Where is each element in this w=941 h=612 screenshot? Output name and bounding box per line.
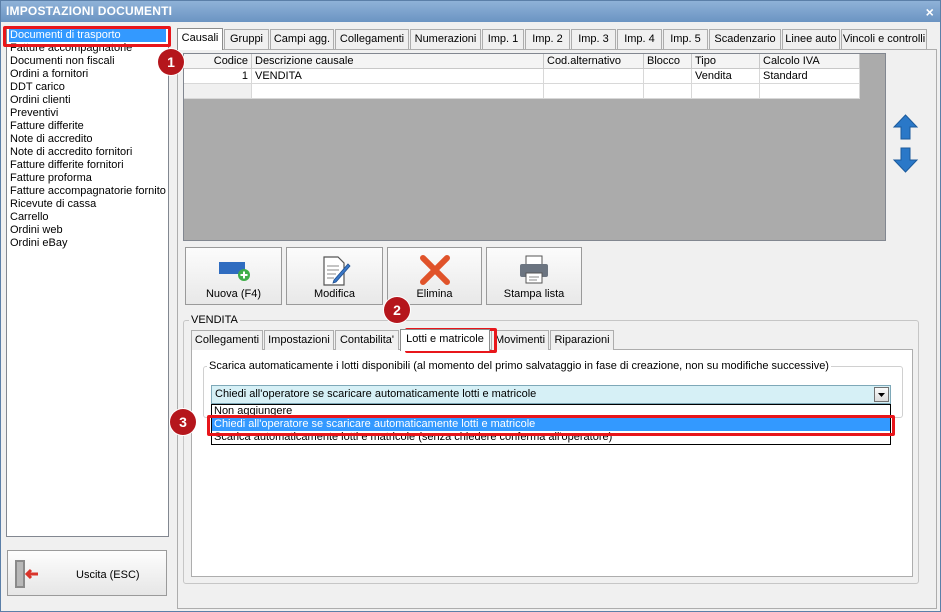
window-titlebar: IMPOSTAZIONI DOCUMENTI × xyxy=(1,1,940,22)
step-badge-3: 3 xyxy=(170,409,196,435)
doc-list-item[interactable]: Ordini a fornitori xyxy=(7,68,168,81)
doc-list-item[interactable]: Carrello xyxy=(7,211,168,224)
exit-button[interactable]: Uscita (ESC) xyxy=(7,550,167,596)
tab-top-6[interactable]: Imp. 2 xyxy=(525,29,570,49)
new-button-label: Nuova (F4) xyxy=(205,288,262,300)
lotti-download-select[interactable]: Chiedi all'operatore se scaricare automa… xyxy=(211,385,891,404)
chevron-down-icon xyxy=(878,393,885,397)
step-badge-1: 1 xyxy=(158,49,184,75)
causali-grid[interactable]: Codice Descrizione causale Cod.alternativo… xyxy=(183,53,886,241)
tab-top-5[interactable]: Imp. 1 xyxy=(482,29,524,49)
print-list-button-label: Stampa lista xyxy=(503,288,565,300)
grid-cell[interactable]: 1 xyxy=(184,69,252,84)
edit-button[interactable]: Modifica xyxy=(286,247,383,305)
tab-top-8[interactable]: Imp. 4 xyxy=(617,29,662,49)
doc-list-item[interactable]: Ordini clienti xyxy=(7,94,168,107)
doc-list-item[interactable]: Fatture differite xyxy=(7,120,168,133)
delete-button[interactable]: Elimina xyxy=(387,247,482,305)
tab-inner-1[interactable]: Impostazioni xyxy=(264,330,334,350)
groupbox-title: VENDITA xyxy=(189,314,240,326)
grid-cell[interactable] xyxy=(760,84,860,99)
tab-inner-0[interactable]: Collegamenti xyxy=(191,330,263,350)
doc-list-item[interactable]: Preventivi xyxy=(7,107,168,120)
tab-inner-4[interactable]: Movimenti xyxy=(491,330,549,350)
top-tab-strip: Causali Gruppi Campi agg. Collegamenti Numer… xyxy=(177,28,937,50)
tab-top-2[interactable]: Campi agg. xyxy=(270,29,334,49)
tab-inner-5[interactable]: Riparazioni xyxy=(550,330,614,350)
doc-list-item[interactable]: DDT carico xyxy=(7,81,168,94)
doc-list-item[interactable]: Fatture accompagnatorie fornito xyxy=(7,185,168,198)
arrow-down-icon xyxy=(892,147,919,173)
doc-list-item[interactable]: Ricevute di cassa xyxy=(7,198,168,211)
doc-list-item[interactable]: Ordini eBay xyxy=(7,237,168,250)
doc-list-item[interactable]: Note di accredito xyxy=(7,133,168,146)
close-icon[interactable]: × xyxy=(926,2,934,23)
new-record-icon xyxy=(218,262,250,281)
grid-cell[interactable] xyxy=(184,84,252,99)
move-up-button[interactable] xyxy=(892,113,919,141)
doc-list-item[interactable]: Fatture proforma xyxy=(7,172,168,185)
combo-selected-value: Chiedi all'operatore se scaricare automa… xyxy=(215,388,537,400)
printer-icon xyxy=(520,255,548,284)
tab-top-11[interactable]: Linee auto xyxy=(782,29,840,49)
lotti-download-label: Scarica automaticamente i lotti disponib… xyxy=(207,360,831,372)
tab-top-12[interactable]: Vincoli e controlli xyxy=(841,29,927,49)
grid-cell[interactable] xyxy=(252,84,544,99)
window-title: IMPOSTAZIONI DOCUMENTI xyxy=(6,4,173,18)
document-type-list[interactable]: Documenti di trasporto Fatture accompagna… xyxy=(6,27,169,537)
grid-column-header[interactable]: Cod.alternativo xyxy=(544,54,644,69)
grid-cell[interactable] xyxy=(644,69,692,84)
grid-cell[interactable]: Standard xyxy=(760,69,860,84)
edit-document-icon xyxy=(322,256,351,286)
tab-top-0[interactable]: Causali xyxy=(177,28,223,50)
grid-cell[interactable] xyxy=(644,84,692,99)
highlight-selected-option xyxy=(207,415,895,436)
combo-dropdown-button[interactable] xyxy=(874,387,889,402)
grid-column-header[interactable]: Tipo xyxy=(692,54,760,69)
doc-list-item[interactable]: Ordini web xyxy=(7,224,168,237)
exit-button-label: Uscita (ESC) xyxy=(76,569,140,581)
grid-column-header[interactable]: Calcolo IVA xyxy=(760,54,860,69)
tab-top-9[interactable]: Imp. 5 xyxy=(663,29,708,49)
grid-cell[interactable] xyxy=(544,69,644,84)
highlight-documenti-trasporto xyxy=(3,26,171,47)
grid-cell[interactable] xyxy=(544,84,644,99)
tab-top-10[interactable]: Scadenzario xyxy=(709,29,781,49)
tab-top-3[interactable]: Collegamenti xyxy=(335,29,409,49)
grid-column-header[interactable]: Descrizione causale xyxy=(252,54,544,69)
print-list-button[interactable]: Stampa lista xyxy=(486,247,582,305)
tab-inner-3[interactable]: Lotti e matricole xyxy=(400,329,490,351)
edit-button-label: Modifica xyxy=(314,288,355,300)
arrow-up-icon xyxy=(892,114,919,140)
tab-top-4[interactable]: Numerazioni xyxy=(410,29,481,49)
move-down-button[interactable] xyxy=(892,146,919,174)
doc-list-item[interactable]: Fatture differite fornitori xyxy=(7,159,168,172)
delete-x-icon xyxy=(419,255,450,285)
grid-column-header[interactable]: Codice xyxy=(184,54,252,69)
grid-cell[interactable] xyxy=(692,84,760,99)
grid-column-header[interactable]: Blocco xyxy=(644,54,692,69)
tab-top-7[interactable]: Imp. 3 xyxy=(571,29,616,49)
grid-cell[interactable]: VENDITA xyxy=(252,69,544,84)
exit-door-icon xyxy=(15,560,38,588)
doc-list-item[interactable]: Documenti non fiscali xyxy=(7,55,168,68)
settings-window: IMPOSTAZIONI DOCUMENTI × Documenti di tr… xyxy=(0,0,941,612)
tab-top-1[interactable]: Gruppi xyxy=(224,29,269,49)
step-badge-2: 2 xyxy=(384,297,410,323)
grid-cell[interactable]: Vendita xyxy=(692,69,760,84)
new-button[interactable]: Nuova (F4) xyxy=(185,247,282,305)
inner-tab-strip: Collegamenti Impostazioni Contabilita' Lott… xyxy=(191,329,641,351)
doc-list-item[interactable]: Note di accredito fornitori xyxy=(7,146,168,159)
tab-inner-2[interactable]: Contabilita' xyxy=(335,330,399,350)
